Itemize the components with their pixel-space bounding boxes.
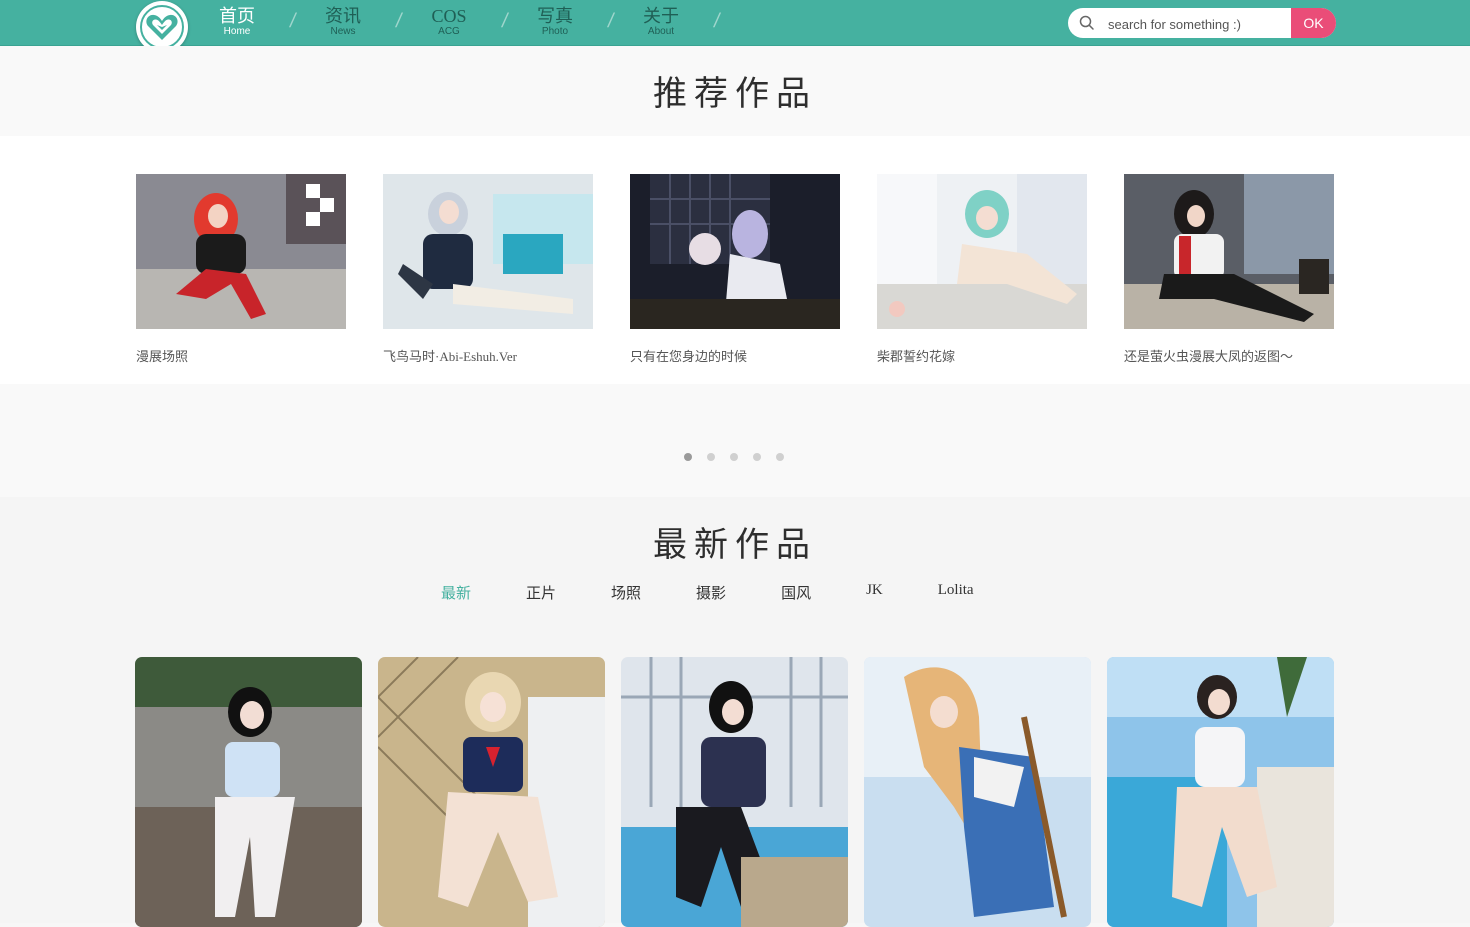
nav-item-home[interactable]: 首页 Home / xyxy=(200,0,298,45)
recommended-section: 推荐作品 漫展场照 飞鸟马时·Abi-Eshuh.Ver 只有在您身边的时候 柴… xyxy=(0,46,1470,497)
nav-label-en: About xyxy=(647,26,675,37)
nav-separator: / xyxy=(394,10,405,32)
nav-label-zh: 资讯 xyxy=(325,6,361,26)
nav-label-zh: 关于 xyxy=(643,6,679,26)
latest-section: 最新作品 最新 正片 场照 摄影 国风 JK Lolita xyxy=(0,497,1470,927)
heart-logo-icon xyxy=(140,5,184,49)
latest-photo-card[interactable] xyxy=(864,657,1091,927)
card-thumbnail xyxy=(630,174,840,329)
carousel-dot[interactable] xyxy=(707,453,715,461)
tab-latest[interactable]: 最新 xyxy=(441,582,471,603)
card-thumbnail xyxy=(136,174,346,329)
recommended-card[interactable]: 还是萤火虫漫展大凤的返图～ xyxy=(1124,174,1334,365)
latest-title: 最新作品 xyxy=(653,527,817,564)
nav-label-en: Home xyxy=(223,26,251,37)
card-thumbnail xyxy=(1124,174,1334,329)
nav-label-en: Photo xyxy=(541,26,569,37)
card-caption: 柴郡誓约花嫁 xyxy=(877,349,956,364)
carousel-dot[interactable] xyxy=(753,453,761,461)
latest-photo-card[interactable] xyxy=(378,657,605,927)
carousel-pagination xyxy=(684,453,799,461)
nav-item-photo[interactable]: 写真 Photo / xyxy=(518,0,616,45)
nav-separator: / xyxy=(500,10,511,32)
tab-official[interactable]: 正片 xyxy=(526,582,556,603)
tab-photography[interactable]: 摄影 xyxy=(696,582,726,603)
recommended-card[interactable]: 漫展场照 xyxy=(136,174,346,365)
photo-thumbnail xyxy=(1107,657,1334,927)
tab-guofeng[interactable]: 国风 xyxy=(781,582,811,603)
card-caption: 漫展场照 xyxy=(136,349,189,364)
nav-label-en: ACG xyxy=(438,26,460,37)
card-thumbnail xyxy=(877,174,1087,329)
card-caption: 飞鸟马时·Abi-Eshuh.Ver xyxy=(383,349,517,364)
latest-photo-card[interactable] xyxy=(135,657,362,927)
recommended-card[interactable]: 飞鸟马时·Abi-Eshuh.Ver xyxy=(383,174,593,365)
nav-item-about[interactable]: 关于 About / xyxy=(624,0,722,45)
card-caption: 只有在您身边的时候 xyxy=(630,349,748,364)
search-box: OK xyxy=(1068,8,1336,38)
latest-photo-card[interactable] xyxy=(621,657,848,927)
nav-label-zh: 写真 xyxy=(537,6,573,26)
category-tabs: 最新 正片 场照 摄影 国风 JK Lolita xyxy=(441,582,1029,603)
recommended-card[interactable]: 只有在您身边的时候 xyxy=(630,174,840,365)
top-navbar: 首页 Home / 资讯 News / COS ACG / 写真 Photo /… xyxy=(0,0,1470,53)
photo-thumbnail xyxy=(378,657,605,927)
carousel-dot[interactable] xyxy=(684,453,692,461)
recommended-title: 推荐作品 xyxy=(653,76,817,113)
nav-label-zh: COS xyxy=(431,6,467,26)
tab-lolita[interactable]: Lolita xyxy=(938,582,974,603)
nav-label-en: News xyxy=(330,26,356,37)
nav-item-cos[interactable]: COS ACG / xyxy=(412,0,510,45)
carousel-dot[interactable] xyxy=(730,453,738,461)
main-nav: 首页 Home / 资讯 News / COS ACG / 写真 Photo /… xyxy=(200,0,730,45)
nav-separator: / xyxy=(606,10,617,32)
nav-separator: / xyxy=(712,10,723,32)
photo-thumbnail xyxy=(864,657,1091,927)
carousel-dot[interactable] xyxy=(776,453,784,461)
search-icon xyxy=(1079,15,1094,30)
latest-photo-card[interactable] xyxy=(1107,657,1334,927)
photo-thumbnail xyxy=(621,657,848,927)
photo-thumbnail xyxy=(135,657,362,927)
recommended-card[interactable]: 柴郡誓约花嫁 xyxy=(877,174,1087,365)
card-thumbnail xyxy=(383,174,593,329)
nav-label-zh: 首页 xyxy=(219,6,255,26)
tab-event-photo[interactable]: 场照 xyxy=(611,582,641,603)
nav-separator: / xyxy=(288,10,299,32)
card-caption: 还是萤火虫漫展大凤的返图～ xyxy=(1124,349,1294,364)
search-input[interactable] xyxy=(1106,8,1290,38)
nav-item-news[interactable]: 资讯 News / xyxy=(306,0,404,45)
search-submit-button[interactable]: OK xyxy=(1291,8,1336,38)
tab-jk[interactable]: JK xyxy=(866,582,883,603)
